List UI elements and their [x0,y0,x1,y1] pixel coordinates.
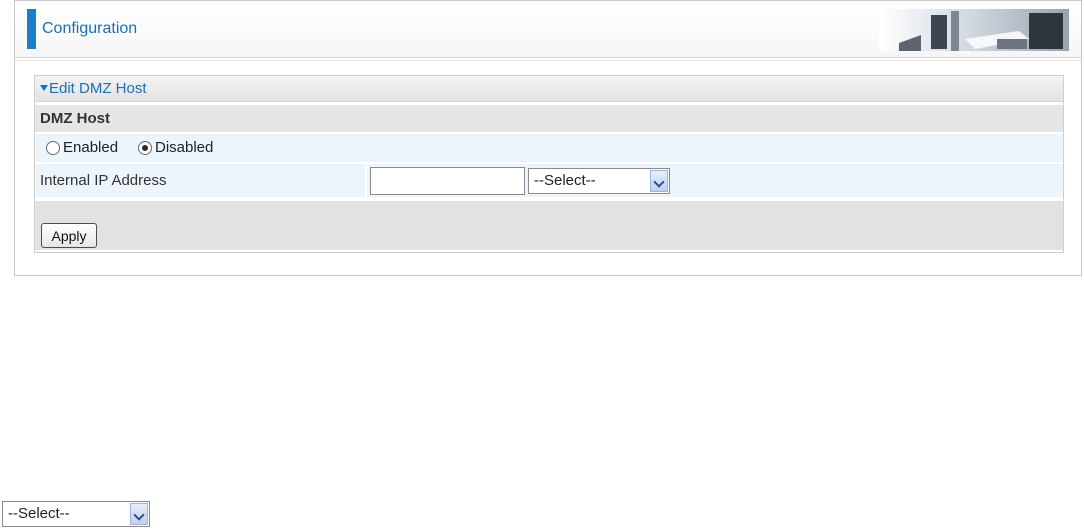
disabled-radio-label: Disabled [155,139,214,156]
dmz-host-row: DMZ Host [35,105,1063,132]
internal-ip-row: Internal IP Address --Select-- [35,164,1063,197]
internal-ip-label: Internal IP Address [40,172,167,189]
header: Configuration [15,1,1081,58]
column-divider [365,164,367,197]
disabled-radio-circle[interactable] [138,140,152,155]
section-title: Edit DMZ Host [49,80,147,97]
standalone-select-value: --Select-- [8,505,70,522]
ip-select-dropdown[interactable]: --Select-- [528,168,670,194]
enabled-radio-circle[interactable] [46,140,60,155]
internal-ip-input[interactable] [370,167,525,195]
configuration-frame: Configuration Edit DMZ Host DMZ Host Ena… [14,0,1082,276]
dmz-mode-row: Enabled Disabled [35,134,1063,162]
edit-dmz-panel: Edit DMZ Host DMZ Host Enabled Disabled … [34,75,1064,253]
chevron-down-icon[interactable] [650,170,668,192]
apply-row: Apply [35,201,1063,250]
section-header[interactable]: Edit DMZ Host [35,76,1063,102]
enabled-radio-label: Enabled [63,139,119,156]
enabled-radio[interactable]: Enabled [46,139,118,156]
disabled-radio[interactable]: Disabled [138,139,213,156]
chevron-down-icon[interactable] [130,503,148,525]
office-banner-graphic [879,9,1069,51]
header-accent-bar [27,9,36,49]
ip-select-value: --Select-- [534,172,596,189]
dmz-host-heading: DMZ Host [40,110,110,127]
page-title: Configuration [42,20,138,37]
triangle-down-icon [40,85,48,91]
standalone-select-dropdown[interactable]: --Select-- [2,501,150,527]
header-divider [15,60,1081,61]
apply-button[interactable]: Apply [41,223,97,248]
